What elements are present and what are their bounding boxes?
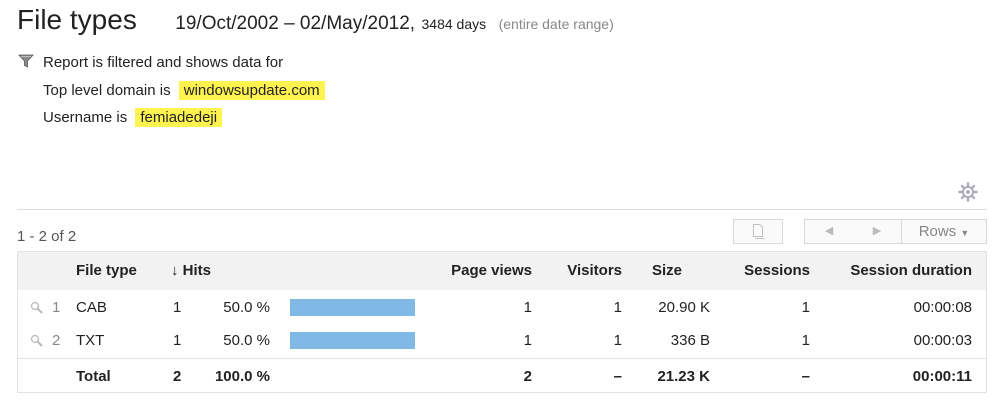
next-page-button[interactable]: ▶ — [853, 220, 901, 243]
total-hits: 2 — [173, 368, 182, 385]
filter-condition-label: Username is — [43, 109, 128, 126]
section-divider — [17, 209, 987, 210]
cell-file-type: TXT — [76, 332, 105, 349]
cell-hits: 1 — [173, 299, 182, 316]
gear-icon[interactable] — [958, 182, 978, 202]
hits-share-bar — [290, 332, 415, 349]
column-header-visitors[interactable]: Visitors — [542, 252, 622, 290]
page-title: File types — [17, 4, 137, 35]
cell-sessions: 1 — [801, 299, 810, 316]
export-button[interactable] — [733, 219, 783, 244]
cell-page-views: 1 — [523, 332, 532, 349]
cell-size: 336 B — [670, 332, 710, 349]
chevron-down-icon: ▼ — [960, 228, 970, 238]
table-total-row: Total 2 100.0 % 2 – 21.23 K – 00:00:11 — [18, 360, 986, 393]
cell-hits: 1 — [173, 332, 182, 349]
filter-intro: Report is filtered and shows data for — [43, 54, 284, 71]
column-header-hits-label: Hits — [182, 262, 212, 279]
column-header-hits[interactable]: ↓ Hits — [171, 252, 211, 290]
cell-size: 20.90 K — [658, 299, 710, 316]
cell-visitors: 1 — [613, 332, 622, 349]
filter-condition: Username is femiadedeji — [43, 108, 223, 127]
total-session-duration: 00:00:11 — [912, 368, 972, 385]
column-header-page-views[interactable]: Page views — [432, 252, 532, 290]
document-icon — [752, 224, 765, 239]
row-index: 1 — [52, 299, 61, 316]
previous-page-button[interactable]: ◀ — [805, 220, 853, 243]
table-row[interactable]: 2 TXT 1 50.0 % 1 1 336 B 1 00:00:03 — [18, 324, 986, 357]
triangle-right-icon: ▶ — [872, 225, 882, 237]
total-label: Total — [76, 368, 111, 385]
column-header-session-duration[interactable]: Session duration — [822, 252, 972, 290]
report-header: File types 19/Oct/2002 – 02/May/2012, 34… — [17, 4, 614, 36]
cell-hits-percent: 50.0 % — [223, 299, 270, 316]
filter-funnel-icon — [18, 54, 34, 68]
total-page-views: 2 — [523, 368, 532, 385]
row-index: 2 — [52, 332, 61, 349]
total-visitors: – — [613, 368, 622, 385]
filter-condition: Top level domain is windowsupdate.com — [43, 81, 325, 100]
pagination-controls: ◀ ▶ Rows ▼ — [804, 219, 987, 244]
days-count: 3484 days — [421, 16, 487, 32]
triangle-left-icon: ◀ — [824, 225, 834, 237]
table-row[interactable]: 1 CAB 1 50.0 % 1 1 20.90 K 1 00:00:08 — [18, 291, 986, 324]
cell-page-views: 1 — [523, 299, 532, 316]
total-sessions: – — [801, 368, 810, 385]
cell-hits-percent: 50.0 % — [223, 332, 270, 349]
total-size: 21.23 K — [657, 368, 710, 385]
magnifier-icon[interactable] — [30, 301, 43, 314]
total-hits-percent: 100.0 % — [214, 368, 270, 385]
cell-file-type: CAB — [76, 299, 107, 316]
column-header-size[interactable]: Size — [652, 252, 682, 290]
range-note: (entire date range) — [498, 16, 614, 32]
date-range[interactable]: 19/Oct/2002 – 02/May/2012, — [175, 13, 415, 34]
rows-dropdown[interactable]: Rows ▼ — [902, 220, 986, 243]
cell-sessions: 1 — [801, 332, 810, 349]
total-divider — [18, 358, 986, 359]
filter-condition-value[interactable]: femiadedeji — [135, 108, 223, 127]
file-types-table: File type ↓ Hits Page views Visitors Siz… — [17, 251, 987, 393]
table-header: File type ↓ Hits Page views Visitors Siz… — [18, 252, 986, 290]
hits-share-bar — [290, 299, 415, 316]
cell-session-duration: 00:00:08 — [913, 299, 972, 316]
filter-condition-value[interactable]: windowsupdate.com — [178, 81, 325, 100]
cell-session-duration: 00:00:03 — [913, 332, 972, 349]
rows-label: Rows — [918, 223, 957, 240]
pager-range: 1 - 2 of 2 — [17, 228, 77, 245]
cell-visitors: 1 — [613, 299, 622, 316]
filter-condition-label: Top level domain is — [43, 82, 171, 99]
magnifier-icon[interactable] — [30, 334, 43, 347]
column-header-sessions[interactable]: Sessions — [718, 252, 810, 290]
sort-descending-icon: ↓ — [171, 262, 179, 279]
column-header-file-type[interactable]: File type — [76, 252, 137, 290]
